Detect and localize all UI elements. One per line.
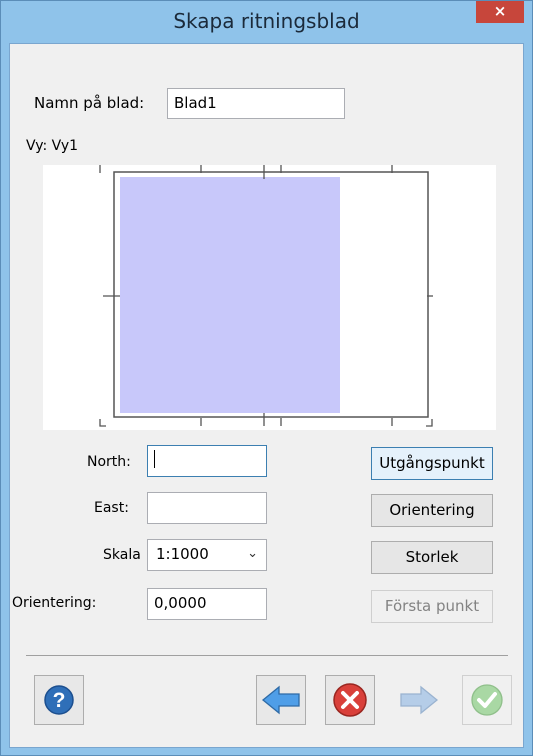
scale-value: 1:1000 bbox=[156, 545, 209, 563]
footer-separator bbox=[26, 655, 508, 656]
forward-button[interactable] bbox=[394, 675, 444, 725]
dialog-window: Skapa ritningsblad × Namn på blad: Blad1… bbox=[0, 0, 533, 756]
sheet-name-label: Namn på blad: bbox=[34, 94, 145, 112]
text-caret bbox=[154, 450, 155, 468]
north-input[interactable] bbox=[147, 445, 267, 477]
orientation-button[interactable]: Orientering bbox=[371, 494, 493, 527]
sheet-area bbox=[120, 177, 340, 413]
scale-label: Skala bbox=[103, 547, 141, 563]
east-label: East: bbox=[94, 500, 129, 516]
ok-check-icon bbox=[471, 684, 503, 716]
svg-text:?: ? bbox=[53, 689, 66, 712]
close-button[interactable]: × bbox=[476, 1, 524, 23]
cancel-icon bbox=[333, 683, 367, 717]
view-label: Vy: Vy1 bbox=[26, 138, 79, 154]
origin-button[interactable]: Utgångspunkt bbox=[371, 447, 493, 480]
help-button[interactable]: ? bbox=[34, 675, 84, 725]
help-icon: ? bbox=[44, 685, 74, 715]
ok-button[interactable] bbox=[462, 675, 512, 725]
north-label: North: bbox=[87, 454, 131, 470]
back-button[interactable] bbox=[256, 675, 306, 725]
dialog-title: Skapa ritningsblad bbox=[173, 9, 360, 33]
scale-select[interactable]: 1:1000 ⌄ bbox=[147, 539, 267, 571]
first-point-button[interactable]: Första punkt bbox=[371, 590, 493, 623]
title-bar[interactable]: Skapa ritningsblad × bbox=[1, 1, 532, 43]
orientation-input[interactable]: 0,0000 bbox=[147, 588, 267, 620]
sheet-name-input[interactable]: Blad1 bbox=[167, 88, 345, 119]
cancel-button[interactable] bbox=[325, 675, 375, 725]
corner-bottom-right bbox=[426, 419, 433, 427]
dialog-body: Namn på blad: Blad1 Vy: Vy1 North: East:… bbox=[9, 43, 524, 748]
orientation-label: Orientering: bbox=[12, 595, 97, 611]
forward-arrow-icon bbox=[400, 685, 439, 715]
sheet-preview-canvas bbox=[99, 165, 433, 427]
east-input[interactable] bbox=[147, 492, 267, 524]
back-arrow-icon bbox=[261, 685, 300, 715]
chevron-down-icon: ⌄ bbox=[247, 546, 258, 561]
sheet-preview[interactable] bbox=[43, 165, 496, 430]
size-button[interactable]: Storlek bbox=[371, 541, 493, 574]
corner-bottom-left bbox=[99, 419, 106, 427]
